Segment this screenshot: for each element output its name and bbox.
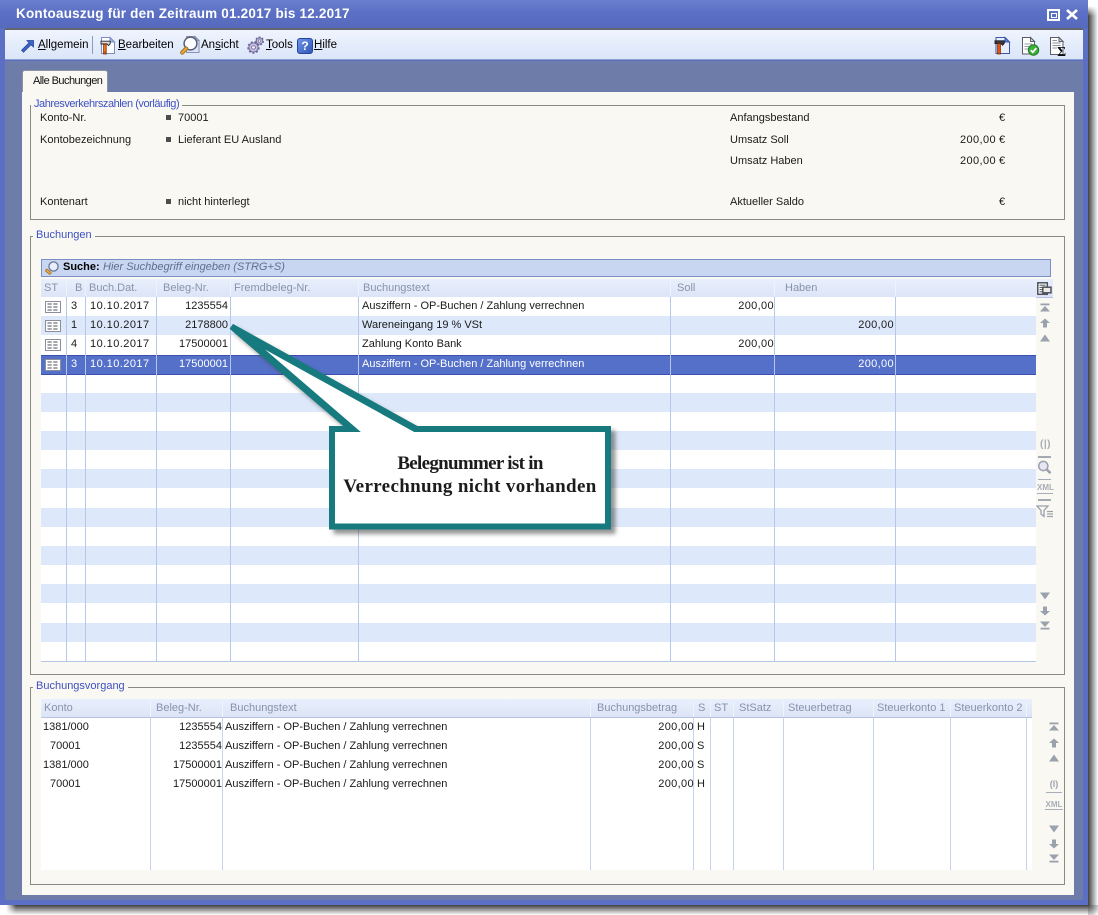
svg-text:Σ: Σ: [1057, 44, 1066, 57]
